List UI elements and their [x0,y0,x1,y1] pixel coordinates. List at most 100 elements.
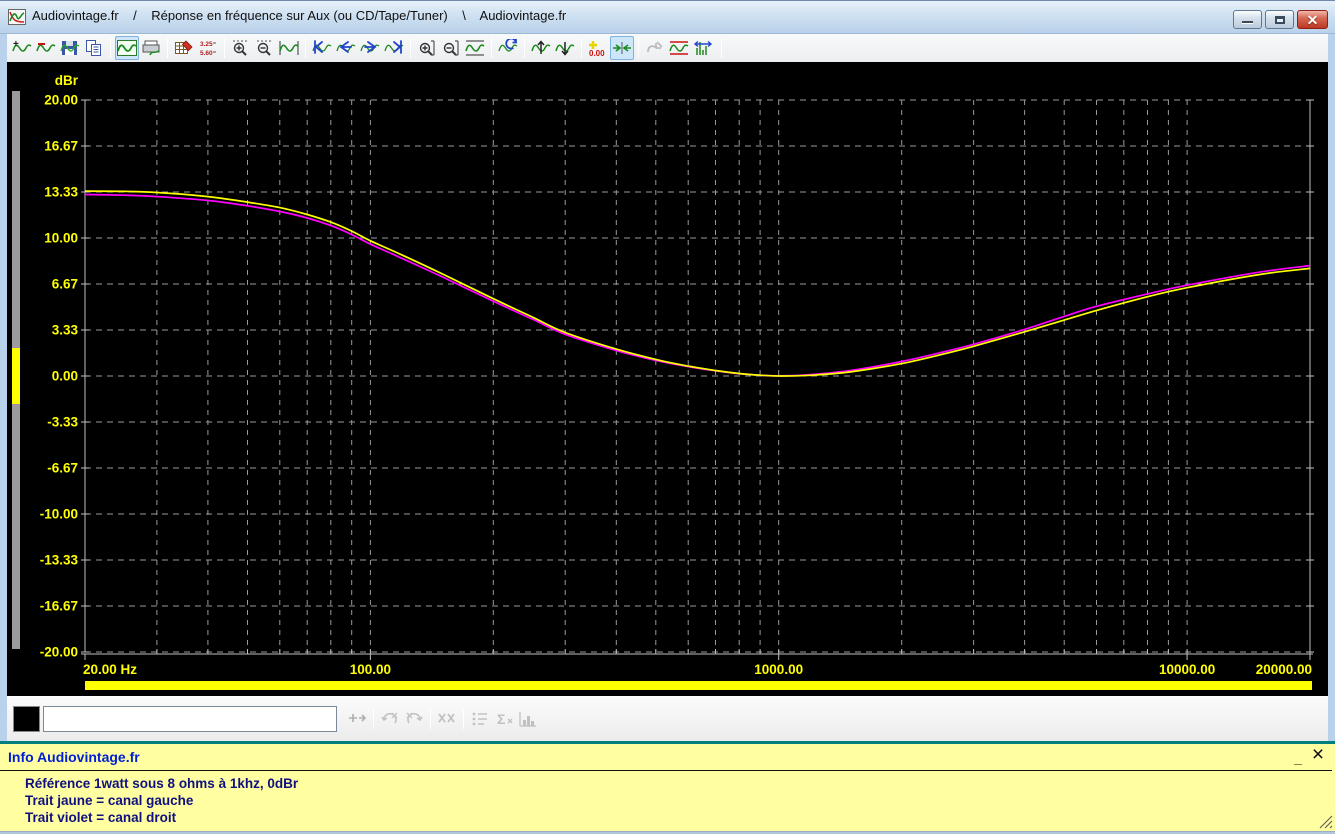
svg-text:5.60: 5.60 [200,50,213,57]
toolbar-separator [491,38,492,58]
edit-grid-button[interactable] [172,36,196,60]
save-curve-button[interactable] [58,36,82,60]
window-border-left [0,34,7,741]
save-curve-icon [60,41,80,55]
svg-text:-13.33: -13.33 [40,553,79,568]
zoom-time-out-icon [257,40,273,56]
zoom-time-out-button[interactable] [253,36,277,60]
svg-text:dBr: dBr [55,73,79,88]
copy-curve-button[interactable] [82,36,106,60]
subtract-curve-icon [36,43,56,52]
toolbar-separator [110,38,111,58]
title-bar: Audiovintage.fr / Réponse en fréquence s… [0,1,1335,34]
zoom-amp-out-button[interactable] [439,36,463,60]
goto-start-icon [312,40,332,54]
frequency-response-chart[interactable]: 20.00 16.67 13.33 10.00 6.67 3.33 0.00 -3.33 -6.… [7,62,1328,696]
marker-offset-icon [349,714,367,722]
maximize-button[interactable] [1265,10,1294,29]
marker-text-input[interactable] [43,706,337,732]
marker-offset-button[interactable] [345,707,369,731]
minimize-button[interactable] [1233,10,1262,29]
svg-text:0.00: 0.00 [52,369,78,384]
toolbar-separator [373,709,374,729]
marker-sum-icon: Σ [497,711,513,727]
fit-vertical-button[interactable] [463,36,487,60]
vertical-scrollbar-thumb[interactable] [12,348,20,404]
goto-end-button[interactable] [382,36,406,60]
offset-zero-button[interactable]: 0.00 [586,36,610,60]
svg-text:3.33: 3.33 [52,323,79,338]
scale-down-button[interactable] [553,36,577,60]
undo-marker-button[interactable] [378,707,402,731]
edit-grid-icon [175,40,193,54]
svg-text:-6.67: -6.67 [47,461,78,476]
info-close-icon[interactable]: × [1308,744,1328,766]
toolbar: +3.25 5.60 0.00 [7,34,1328,62]
info-text: Référence 1watt sous 8 ohms à 1khz, 0dBr… [25,775,298,826]
info-panel: Info Audiovintage.fr _ × Référence 1watt… [0,741,1335,831]
step-back-button[interactable] [334,36,358,60]
horizontal-scrollbar[interactable] [85,681,1312,690]
svg-text:-3.33: -3.33 [47,415,78,430]
offset-zero-icon: 0.00 [589,41,605,57]
add-curve-button[interactable]: + [10,36,34,60]
redo-marker-icon [406,712,423,724]
marker-color-swatch[interactable] [13,706,40,732]
chart-area: 20.00 16.67 13.33 10.00 6.67 3.33 0.00 -3.33 -6.… [7,62,1328,696]
view-curve-icon [117,40,137,56]
step-forward-button[interactable] [358,36,382,60]
goto-end-icon [384,40,404,54]
svg-text:20.00: 20.00 [44,93,78,108]
resize-grip-icon[interactable] [1313,809,1333,829]
info-line: Trait jaune = canal gauche [25,793,194,808]
marker-toolbar: Σ [7,696,1328,741]
goto-start-button[interactable] [310,36,334,60]
svg-text:10000.00: 10000.00 [1159,662,1215,677]
toolbar-separator [524,38,525,58]
svg-text:20.00 Hz: 20.00 Hz [83,662,137,677]
fit-horizontal-button[interactable] [277,36,301,60]
marker-list-button[interactable] [468,707,492,731]
print-curve-button[interactable] [139,36,163,60]
minimize-icon [1242,21,1253,24]
svg-text:-10.00: -10.00 [40,507,78,522]
undo-marker-icon [381,712,398,724]
delete-markers-button[interactable] [435,707,459,731]
marker-toolbar-icons: Σ [345,707,540,731]
view-curve-button[interactable] [115,36,139,60]
toolbar-separator [224,38,225,58]
zoom-amp-out-icon [443,40,459,56]
info-panel-title: Info Audiovintage.fr [8,749,140,765]
redo-marker-button[interactable] [402,707,426,731]
svg-text:-20.00: -20.00 [40,645,78,660]
limit-lines-icon [669,41,689,55]
marker-sum-button[interactable]: Σ [492,707,516,731]
marker-histogram-button[interactable] [516,707,540,731]
marker-histogram-icon [519,712,536,727]
align-curves-button[interactable] [610,36,634,60]
toolbar-separator [638,38,639,58]
close-button[interactable]: ✕ [1297,10,1328,29]
rebuild-curve-button[interactable] [496,36,520,60]
toolbar-separator [463,709,464,729]
close-icon: ✕ [1306,11,1319,28]
fit-vertical-icon [465,40,485,56]
curve-canal-gauche [84,190,1311,377]
scale-up-button[interactable] [529,36,553,60]
info-minimize-icon[interactable]: _ [1290,746,1306,766]
window-border-right [1328,34,1335,741]
copy-curve-icon [86,40,101,56]
zoom-amp-in-button[interactable] [415,36,439,60]
limit-lines-button[interactable] [667,36,691,60]
zoom-time-in-icon [233,40,249,56]
marker-list-icon [472,712,487,726]
spectrum-cursors-icon [693,40,713,55]
export-curve-button[interactable] [643,36,667,60]
svg-text:+: + [13,39,19,50]
scale-down-icon [555,42,575,56]
zoom-time-in-button[interactable] [229,36,253,60]
spectrum-cursors-button[interactable] [691,36,715,60]
subtract-curve-button[interactable] [34,36,58,60]
svg-text:10.00: 10.00 [44,231,78,246]
show-values-button[interactable]: 3.25 5.60 [196,36,220,60]
